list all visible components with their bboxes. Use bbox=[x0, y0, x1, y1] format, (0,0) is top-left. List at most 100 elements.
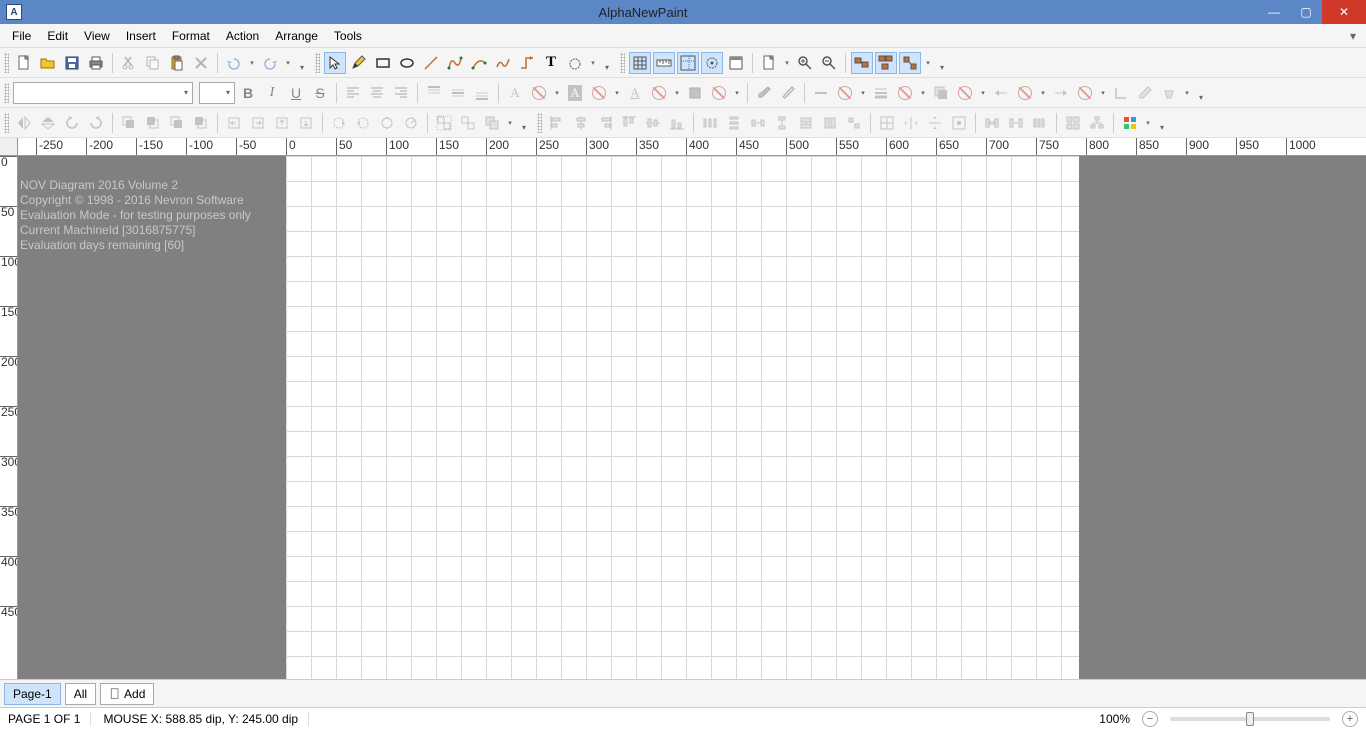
pan-tool[interactable] bbox=[564, 52, 586, 74]
page-setup-dropdown[interactable]: ▾ bbox=[782, 59, 792, 67]
menu-tools[interactable]: Tools bbox=[326, 26, 370, 46]
toolbar-grip[interactable] bbox=[537, 113, 542, 133]
grid-toggle[interactable] bbox=[629, 52, 651, 74]
toolbar-overflow[interactable]: ▾ bbox=[935, 52, 949, 74]
paste-button[interactable] bbox=[166, 52, 188, 74]
combine-dropdown[interactable]: ▾ bbox=[505, 119, 515, 127]
italic-button[interactable]: I bbox=[261, 82, 283, 104]
underline-button[interactable]: U bbox=[285, 82, 307, 104]
layout-button-2[interactable] bbox=[875, 52, 897, 74]
space-v-button[interactable] bbox=[771, 112, 793, 134]
align-middle-shapes[interactable] bbox=[642, 112, 664, 134]
page-canvas[interactable] bbox=[286, 156, 1079, 679]
rotate-left-button[interactable] bbox=[61, 112, 83, 134]
line-color-dropdown[interactable]: ▾ bbox=[858, 89, 868, 97]
highlight-swatch[interactable] bbox=[648, 82, 670, 104]
highlight-button[interactable]: A bbox=[624, 82, 646, 104]
fill-dropdown[interactable]: ▾ bbox=[732, 89, 742, 97]
shadow-button[interactable] bbox=[930, 82, 952, 104]
align-right-button[interactable] bbox=[390, 82, 412, 104]
snap-toggle[interactable] bbox=[701, 52, 723, 74]
pan-dropdown[interactable]: ▾ bbox=[588, 59, 598, 67]
text-bg-button[interactable]: A bbox=[564, 82, 586, 104]
font-size-combo[interactable]: ▾ bbox=[199, 82, 235, 104]
align-left-shapes[interactable] bbox=[546, 112, 568, 134]
toolbar-overflow[interactable]: ▾ bbox=[600, 52, 614, 74]
align-left-button[interactable] bbox=[342, 82, 364, 104]
center-page-button[interactable] bbox=[948, 112, 970, 134]
rotate-right-button[interactable] bbox=[85, 112, 107, 134]
toolbar-overflow[interactable]: ▾ bbox=[1194, 82, 1208, 104]
zoom-out-button[interactable] bbox=[818, 52, 840, 74]
color-scheme-dropdown[interactable]: ▾ bbox=[1143, 119, 1153, 127]
menu-view[interactable]: View bbox=[76, 26, 118, 46]
arrow-end-swatch[interactable] bbox=[1074, 82, 1096, 104]
nudge-up-button[interactable] bbox=[271, 112, 293, 134]
toolbar-overflow[interactable]: ▾ bbox=[295, 52, 309, 74]
rotate-cw-button[interactable] bbox=[328, 112, 350, 134]
spacing-inc-button[interactable] bbox=[981, 112, 1003, 134]
text-bg-dropdown[interactable]: ▾ bbox=[612, 89, 622, 97]
undo-dropdown[interactable]: ▾ bbox=[247, 59, 257, 67]
bring-forward-button[interactable] bbox=[142, 112, 164, 134]
rotate-180-button[interactable] bbox=[376, 112, 398, 134]
arrow-end-button[interactable] bbox=[1050, 82, 1072, 104]
menu-action[interactable]: Action bbox=[218, 26, 267, 46]
font-color-dropdown[interactable]: ▾ bbox=[552, 89, 562, 97]
align-right-shapes[interactable] bbox=[594, 112, 616, 134]
layout-button-3[interactable] bbox=[899, 52, 921, 74]
nudge-left-button[interactable] bbox=[223, 112, 245, 134]
zoom-out-status-button[interactable]: − bbox=[1142, 711, 1158, 727]
font-color-swatch[interactable] bbox=[528, 82, 550, 104]
fill-swatch[interactable] bbox=[708, 82, 730, 104]
zoom-in-button[interactable] bbox=[794, 52, 816, 74]
menu-insert[interactable]: Insert bbox=[118, 26, 164, 46]
arrow-start-swatch[interactable] bbox=[1014, 82, 1036, 104]
valign-bottom-button[interactable] bbox=[471, 82, 493, 104]
open-button[interactable] bbox=[37, 52, 59, 74]
align-top-shapes[interactable] bbox=[618, 112, 640, 134]
color-scheme-button[interactable] bbox=[1119, 112, 1141, 134]
cut-button[interactable] bbox=[118, 52, 140, 74]
text-bg-swatch[interactable] bbox=[588, 82, 610, 104]
zoom-in-status-button[interactable]: + bbox=[1342, 711, 1358, 727]
toolbar-overflow[interactable]: ▾ bbox=[517, 112, 531, 134]
undo-button[interactable] bbox=[223, 52, 245, 74]
menu-format[interactable]: Format bbox=[164, 26, 218, 46]
line-style-button[interactable] bbox=[810, 82, 832, 104]
menu-edit[interactable]: Edit bbox=[39, 26, 76, 46]
new-button[interactable] bbox=[13, 52, 35, 74]
spacing-equal-button[interactable] bbox=[1029, 112, 1051, 134]
snap-options-button[interactable] bbox=[725, 52, 747, 74]
shadow-swatch[interactable] bbox=[954, 82, 976, 104]
ruler-corner[interactable] bbox=[0, 138, 18, 155]
toolbar-grip[interactable] bbox=[315, 53, 320, 73]
highlight-dropdown[interactable]: ▾ bbox=[672, 89, 682, 97]
combine-button[interactable] bbox=[481, 112, 503, 134]
format-painter-button[interactable] bbox=[777, 82, 799, 104]
same-height-button[interactable] bbox=[819, 112, 841, 134]
valign-middle-button[interactable] bbox=[447, 82, 469, 104]
freehand-tool[interactable] bbox=[492, 52, 514, 74]
line-tool[interactable] bbox=[420, 52, 442, 74]
bring-front-button[interactable] bbox=[118, 112, 140, 134]
nudge-down-button[interactable] bbox=[295, 112, 317, 134]
layout-tree-button[interactable] bbox=[1086, 112, 1108, 134]
spacing-dec-button[interactable] bbox=[1005, 112, 1027, 134]
nudge-right-button[interactable] bbox=[247, 112, 269, 134]
ungroup-button[interactable] bbox=[457, 112, 479, 134]
line-weight-swatch[interactable] bbox=[894, 82, 916, 104]
font-color-button[interactable]: A bbox=[504, 82, 526, 104]
connector-tool[interactable] bbox=[516, 52, 538, 74]
vertical-ruler[interactable]: 050100150200250300350400450 bbox=[0, 156, 18, 679]
page-setup-button[interactable] bbox=[758, 52, 780, 74]
space-h-button[interactable] bbox=[747, 112, 769, 134]
bold-button[interactable]: B bbox=[237, 82, 259, 104]
font-family-combo[interactable]: ▾ bbox=[13, 82, 193, 104]
send-backward-button[interactable] bbox=[166, 112, 188, 134]
size-to-grid-button[interactable] bbox=[876, 112, 898, 134]
same-size-button[interactable] bbox=[843, 112, 865, 134]
same-width-button[interactable] bbox=[795, 112, 817, 134]
arc-tool[interactable] bbox=[468, 52, 490, 74]
line-weight-dropdown[interactable]: ▾ bbox=[918, 89, 928, 97]
